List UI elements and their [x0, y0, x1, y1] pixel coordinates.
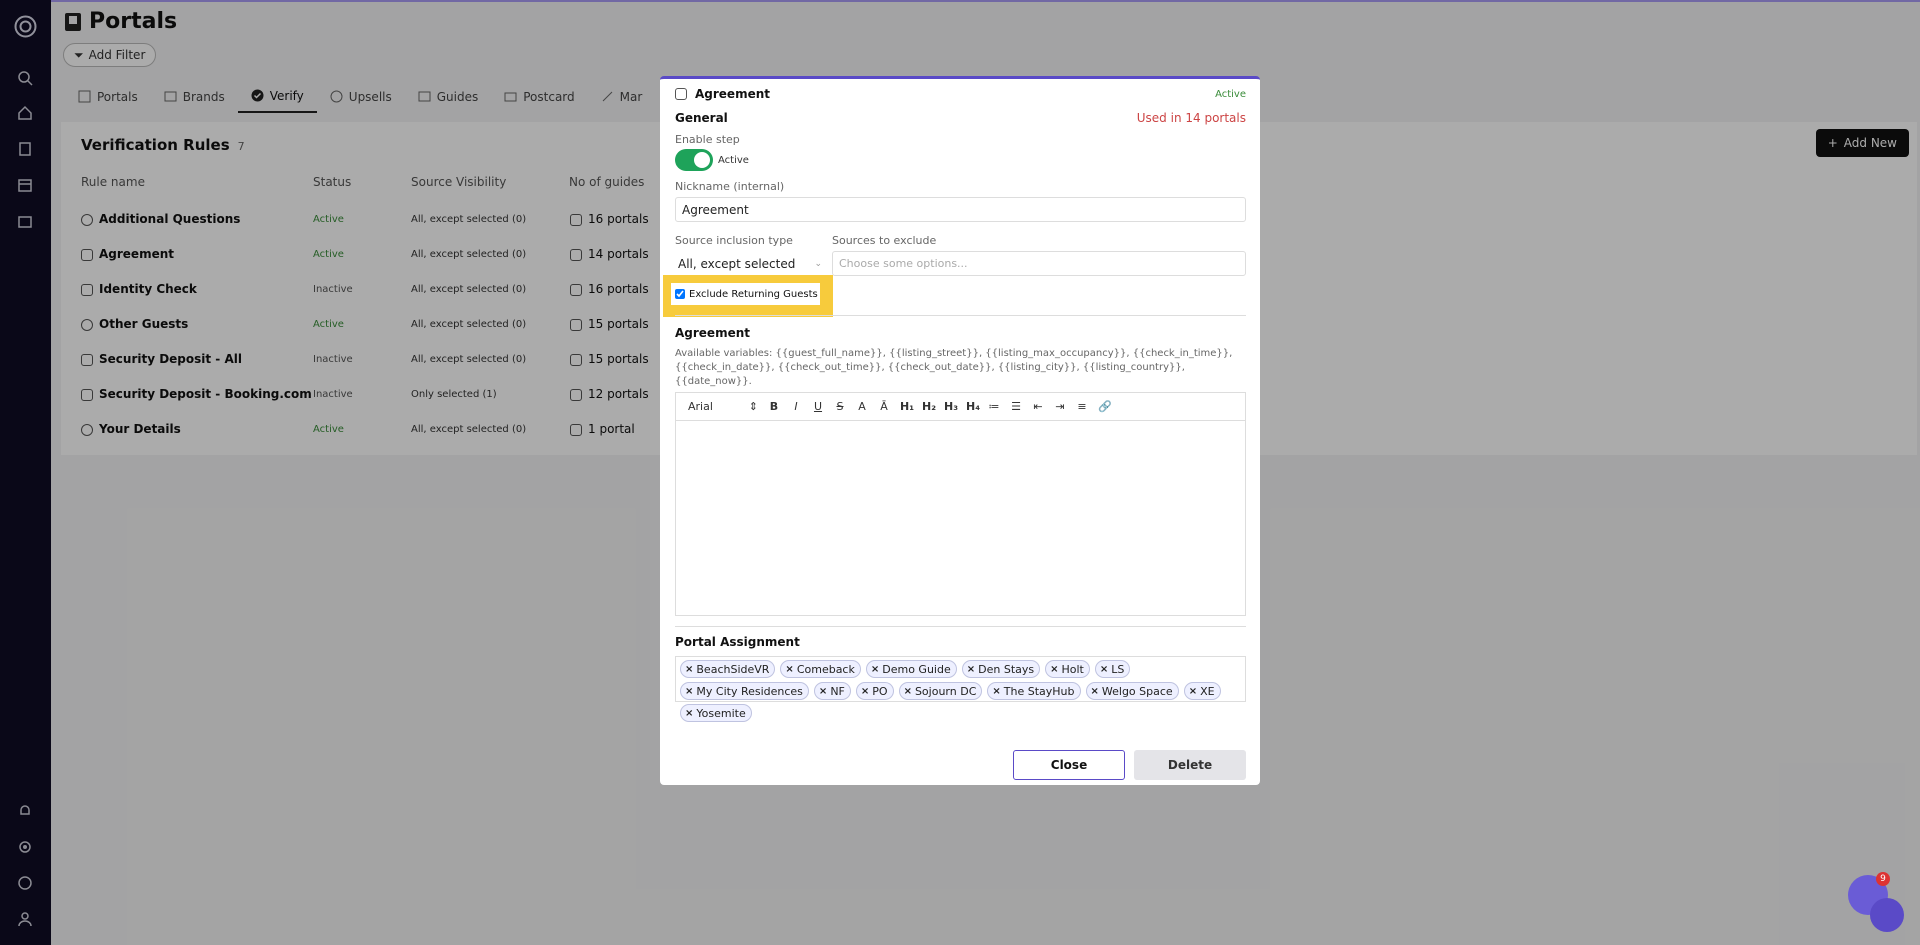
editor-toolbar: Arial ⇕ B I U S A Ā H₁ H₂ H₃ H₄ ≔ ☰ ⇤ ⇥ ≡…	[676, 393, 1245, 421]
remove-icon[interactable]: ×	[685, 686, 693, 697]
remove-icon[interactable]: ×	[685, 664, 693, 675]
close-button[interactable]: Close	[1013, 750, 1125, 780]
chip-label: NF	[830, 684, 845, 698]
heading3-icon[interactable]: H₃	[944, 400, 958, 413]
available-variables: Available variables: {{guest_full_name}}…	[675, 348, 1233, 387]
divider	[675, 315, 1246, 316]
remove-icon[interactable]: ×	[785, 664, 793, 675]
modal-status: Active	[1215, 89, 1246, 100]
remove-icon[interactable]: ×	[992, 686, 1000, 697]
heading4-icon[interactable]: H₄	[966, 400, 980, 413]
modal-title: Agreement	[675, 87, 770, 101]
remove-icon[interactable]: ×	[967, 664, 975, 675]
strikethrough-icon[interactable]: S	[834, 400, 846, 413]
text-color-icon[interactable]: A	[856, 400, 868, 413]
highlight-box: Exclude Returning Guests	[663, 275, 833, 317]
italic-icon[interactable]: I	[790, 400, 802, 413]
portal-chips[interactable]: × BeachSideVR × Comeback × Demo Guide × Den …	[675, 656, 1246, 722]
portal-chip[interactable]: × Sojourn DC	[898, 682, 983, 700]
nickname-label: Nickname (internal)	[675, 180, 785, 193]
agreement-editor[interactable]: Arial ⇕ B I U S A Ā H₁ H₂ H₃ H₄ ≔ ☰ ⇤ ⇥ ≡…	[675, 392, 1246, 616]
heading1-icon[interactable]: H₁	[900, 400, 914, 413]
portal-chip[interactable]: × Den Stays	[961, 660, 1041, 678]
chip-label: Demo Guide	[882, 662, 951, 676]
bold-icon[interactable]: B	[768, 400, 780, 413]
portal-chip[interactable]: × NF	[813, 682, 851, 700]
link-icon[interactable]: 🔗	[1098, 400, 1112, 413]
portal-assignment-heading: Portal Assignment	[675, 635, 800, 649]
portal-chip[interactable]: × XE	[1183, 682, 1221, 700]
highlight-color-icon[interactable]: Ā	[878, 400, 890, 413]
font-select[interactable]: Arial ⇕	[688, 400, 758, 413]
portal-chip[interactable]: × Welgo Space	[1085, 682, 1179, 700]
ordered-list-icon[interactable]: ≔	[988, 400, 1000, 413]
portal-chip[interactable]: × Comeback	[780, 660, 861, 678]
chip-label: Den Stays	[978, 662, 1035, 676]
chevron-down-icon: ⌄	[814, 258, 822, 269]
exclude-returning-label: Exclude Returning Guests	[689, 288, 818, 300]
remove-icon[interactable]: ×	[1050, 664, 1058, 675]
chip-label: Yosemite	[696, 706, 746, 720]
enable-step-toggle[interactable]	[675, 149, 713, 171]
exclude-returning-row[interactable]: Exclude Returning Guests	[671, 283, 820, 305]
remove-icon[interactable]: ×	[871, 664, 879, 675]
align-icon[interactable]: ≡	[1076, 400, 1088, 413]
source-inclusion-value: All, except selected	[678, 256, 796, 271]
used-in-count: Used in 14 portals	[1136, 111, 1246, 125]
chip-label: Comeback	[796, 662, 855, 676]
enable-step-label: Enable step	[675, 133, 740, 146]
bullet-list-icon[interactable]: ☰	[1010, 400, 1022, 413]
nickname-input[interactable]: Agreement	[675, 197, 1246, 222]
chip-label: XE	[1200, 684, 1215, 698]
toggle-state-label: Active	[718, 155, 749, 166]
portal-chip[interactable]: × Yosemite	[680, 704, 752, 722]
remove-icon[interactable]: ×	[861, 686, 869, 697]
rule-edit-modal: Agreement Active General Used in 14 port…	[660, 76, 1260, 785]
remove-icon[interactable]: ×	[1189, 686, 1197, 697]
sources-exclude-input[interactable]: Choose some options...	[832, 251, 1246, 276]
font-value: Arial	[688, 400, 713, 413]
source-inclusion-label: Source inclusion type	[675, 234, 793, 247]
portal-chip[interactable]: × BeachSideVR	[680, 660, 776, 678]
portal-chip[interactable]: × My City Residences	[680, 682, 809, 700]
chip-label: My City Residences	[696, 684, 803, 698]
indent-icon[interactable]: ⇥	[1054, 400, 1066, 413]
remove-icon[interactable]: ×	[904, 686, 912, 697]
notification-badge: 9	[1876, 872, 1890, 886]
remove-icon[interactable]: ×	[1091, 686, 1099, 697]
exclude-returning-checkbox[interactable]	[675, 289, 685, 299]
remove-icon[interactable]: ×	[1100, 664, 1108, 675]
sources-exclude-placeholder: Choose some options...	[839, 257, 968, 270]
chip-label: Welgo Space	[1101, 684, 1173, 698]
remove-icon[interactable]: ×	[685, 708, 693, 719]
edit-icon	[675, 88, 687, 100]
agreement-heading: Agreement	[675, 326, 750, 340]
underline-icon[interactable]: U	[812, 400, 824, 413]
modal-title-text: Agreement	[695, 87, 770, 101]
chip-label: PO	[872, 684, 888, 698]
section-general: General	[675, 111, 728, 125]
chip-label: LS	[1111, 662, 1125, 676]
chip-label: Holt	[1061, 662, 1084, 676]
heading2-icon[interactable]: H₂	[922, 400, 936, 413]
portal-chip[interactable]: × Demo Guide	[865, 660, 957, 678]
outdent-icon[interactable]: ⇤	[1032, 400, 1044, 413]
divider	[675, 626, 1246, 627]
remove-icon[interactable]: ×	[819, 686, 827, 697]
delete-button[interactable]: Delete	[1134, 750, 1246, 780]
sources-exclude-label: Sources to exclude	[832, 234, 937, 247]
portal-chip[interactable]: × The StayHub	[987, 682, 1081, 700]
portal-chip[interactable]: × PO	[855, 682, 894, 700]
portal-chip[interactable]: × LS	[1094, 660, 1131, 678]
source-inclusion-select[interactable]: All, except selected ⌄	[675, 251, 825, 276]
chip-label: The StayHub	[1003, 684, 1075, 698]
chip-label: BeachSideVR	[696, 662, 770, 676]
chevron-updown-icon: ⇕	[748, 400, 758, 413]
chat-launcher-icon[interactable]	[1870, 898, 1904, 932]
portal-chip[interactable]: × Holt	[1045, 660, 1090, 678]
nickname-value: Agreement	[682, 202, 749, 217]
chip-label: Sojourn DC	[914, 684, 977, 698]
